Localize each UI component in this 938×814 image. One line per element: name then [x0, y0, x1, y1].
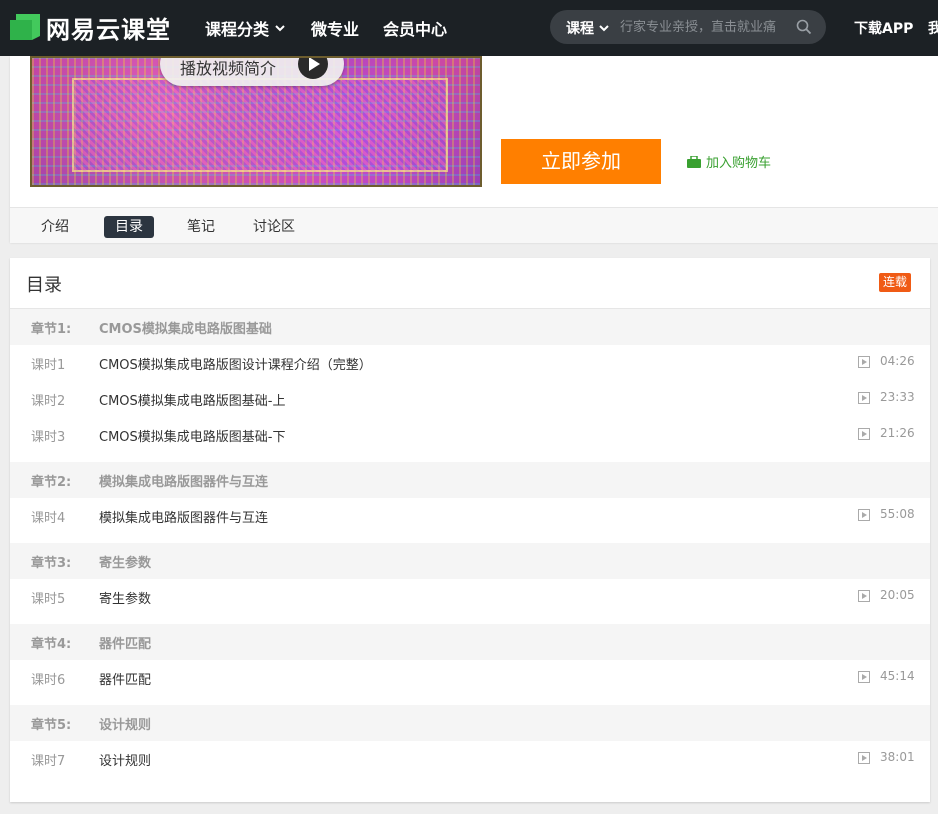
- nav-micro-major[interactable]: 微专业: [311, 16, 359, 40]
- lesson-title[interactable]: CMOS模拟集成电路版图基础-下: [99, 426, 285, 445]
- course-header: 播放视频简介 立即参加 加入购物车 介绍 目录 笔记 讨论区: [10, 56, 938, 243]
- lesson-number: 课时7: [31, 754, 66, 769]
- lesson-row[interactable]: 课时4 模拟集成电路版图器件与互连 55:08: [10, 498, 930, 534]
- chapter-number: 章节2:: [31, 475, 72, 490]
- nav-overflow-text[interactable]: 我: [928, 18, 938, 38]
- video-icon: [858, 590, 870, 602]
- search-icon[interactable]: [796, 19, 812, 35]
- serializing-badge: 连载: [879, 273, 911, 292]
- course-tabs: 介绍 目录 笔记 讨论区: [10, 207, 938, 243]
- lesson-duration: 21:26: [880, 426, 915, 440]
- nav-course-categories[interactable]: 课程分类: [205, 16, 285, 40]
- tab-catalog[interactable]: 目录: [104, 216, 154, 238]
- video-icon: [858, 752, 870, 764]
- chapter-row: 章节2: 模拟集成电路版图器件与互连: [10, 462, 930, 498]
- chevron-down-icon: [599, 24, 609, 31]
- lesson-number: 课时2: [31, 394, 66, 409]
- chapter-row: 章节1: CMOS模拟集成电路版图基础: [10, 309, 930, 345]
- cart-icon: [687, 155, 701, 168]
- logo-text: 网易云课堂: [46, 15, 171, 44]
- search-input[interactable]: [620, 17, 796, 37]
- lesson-duration: 20:05: [880, 588, 915, 602]
- video-icon: [858, 356, 870, 368]
- lesson-number: 课时1: [31, 358, 66, 373]
- tab-notes[interactable]: 笔记: [187, 216, 215, 238]
- lesson-title[interactable]: 寄生参数: [99, 588, 151, 607]
- logo-icon: [10, 13, 40, 41]
- chapter-number: 章节4:: [31, 637, 72, 652]
- lesson-number: 课时4: [31, 511, 66, 526]
- chapter-title: 寄生参数: [99, 556, 152, 571]
- lesson-row[interactable]: 课时5 寄生参数 20:05: [10, 579, 930, 615]
- lesson-title[interactable]: 模拟集成电路版图器件与互连: [99, 507, 268, 526]
- chapter-title: 模拟集成电路版图器件与互连: [99, 475, 269, 490]
- lesson-duration: 45:14: [880, 669, 915, 683]
- lesson-row[interactable]: 课时7 设计规则 38:01: [10, 741, 930, 777]
- catalog-panel: 目录 连载 章节1: CMOS模拟集成电路版图基础 课时1 CMOS模拟集成电路…: [10, 258, 930, 802]
- play-intro-label: 播放视频简介: [180, 59, 277, 78]
- lesson-duration: 04:26: [880, 354, 915, 368]
- lesson-duration: 38:01: [880, 750, 915, 764]
- top-navigation: 网易云课堂 课程分类 微专业 会员中心 课程 下载APP 我: [0, 0, 938, 56]
- play-intro-video-button[interactable]: 播放视频简介: [160, 58, 344, 86]
- lesson-number: 课时3: [31, 430, 66, 445]
- lesson-row[interactable]: 课时2 CMOS模拟集成电路版图基础-上 23:33: [10, 381, 930, 417]
- lesson-title[interactable]: CMOS模拟集成电路版图设计课程介绍（完整）: [99, 354, 372, 373]
- chapter-number: 章节3:: [31, 556, 72, 571]
- course-cover-image[interactable]: 播放视频简介: [30, 56, 482, 187]
- lesson-duration: 55:08: [880, 507, 915, 521]
- chapter-row: 章节4: 器件匹配: [10, 624, 930, 660]
- add-to-cart-label: 加入购物车: [706, 156, 772, 171]
- nav-course-categories-label: 课程分类: [205, 20, 270, 39]
- lesson-row[interactable]: 课时1 CMOS模拟集成电路版图设计课程介绍（完整） 04:26: [10, 345, 930, 381]
- lesson-title[interactable]: 设计规则: [99, 750, 151, 769]
- chevron-down-icon: [275, 24, 285, 31]
- video-icon: [858, 509, 870, 521]
- join-now-button[interactable]: 立即参加: [501, 139, 661, 184]
- chapter-number: 章节1:: [31, 322, 72, 337]
- video-icon: [858, 428, 870, 440]
- cover-chip-layout: [72, 78, 448, 172]
- lesson-number: 课时5: [31, 592, 66, 607]
- search-category-label: 课程: [566, 21, 594, 37]
- video-icon: [858, 671, 870, 683]
- tab-discussion[interactable]: 讨论区: [253, 216, 295, 238]
- play-icon: [298, 58, 328, 79]
- logo[interactable]: 网易云课堂: [10, 11, 171, 44]
- search-box: 课程: [550, 10, 826, 44]
- lesson-row[interactable]: 课时3 CMOS模拟集成电路版图基础-下 21:26: [10, 417, 930, 453]
- lesson-number: 课时6: [31, 673, 66, 688]
- download-app-link[interactable]: 下载APP: [854, 18, 913, 38]
- chapter-row: 章节3: 寄生参数: [10, 543, 930, 579]
- lesson-row[interactable]: 课时6 器件匹配 45:14: [10, 660, 930, 696]
- add-to-cart-link[interactable]: 加入购物车: [687, 152, 771, 171]
- search-category-select[interactable]: 课程: [566, 18, 609, 38]
- tab-intro[interactable]: 介绍: [41, 216, 69, 238]
- chapter-row: 章节5: 设计规则: [10, 705, 930, 741]
- chapter-title: CMOS模拟集成电路版图基础: [99, 322, 272, 337]
- chapter-number: 章节5:: [31, 718, 72, 733]
- catalog-title: 目录: [26, 275, 62, 296]
- nav-member-center[interactable]: 会员中心: [383, 16, 447, 40]
- lesson-duration: 23:33: [880, 390, 915, 404]
- chapter-title: 器件匹配: [99, 637, 152, 652]
- lesson-title[interactable]: 器件匹配: [99, 669, 151, 688]
- chapter-title: 设计规则: [99, 718, 152, 733]
- lesson-title[interactable]: CMOS模拟集成电路版图基础-上: [99, 390, 285, 409]
- video-icon: [858, 392, 870, 404]
